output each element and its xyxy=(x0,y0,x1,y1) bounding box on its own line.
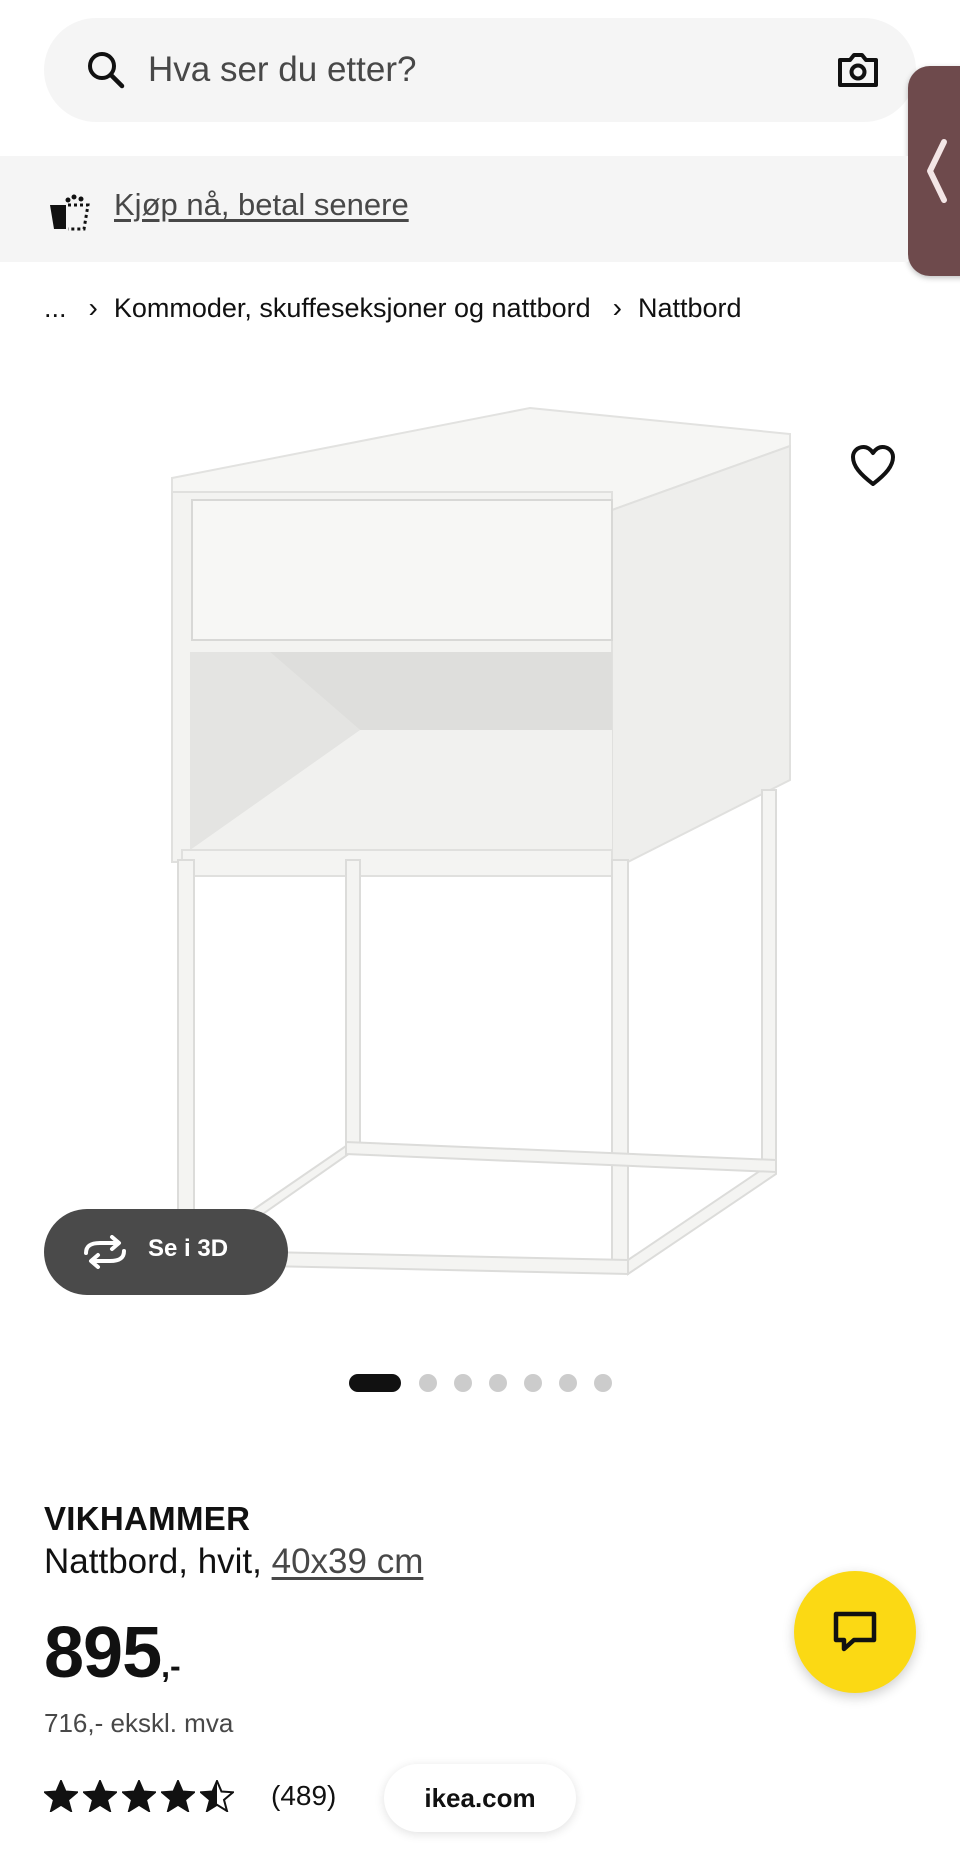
price-main: 895 xyxy=(44,1613,162,1693)
rating-count: (489) xyxy=(271,1780,337,1811)
breadcrumb-separator: › xyxy=(88,292,98,323)
carousel-dot[interactable] xyxy=(524,1374,542,1392)
search-icon[interactable] xyxy=(84,48,128,92)
chat-icon xyxy=(833,1611,877,1652)
rating-stars xyxy=(44,1780,239,1812)
product-name: VIKHAMMER xyxy=(44,1500,251,1537)
view-3d-label: Se i 3D xyxy=(148,1235,229,1262)
product-image[interactable] xyxy=(150,390,810,1340)
bnpl-link[interactable]: Kjøp nå, betal senere xyxy=(114,187,409,223)
breadcrumb-item-kommoder[interactable]: Kommoder, skuffeseksjoner og nattbord xyxy=(114,293,591,324)
search-input[interactable] xyxy=(148,40,828,100)
product-description: Nattbord, hvit, 40x39 cm xyxy=(44,1542,423,1582)
star-icon xyxy=(44,1780,78,1812)
source-pill[interactable]: ikea.com xyxy=(384,1764,576,1832)
carousel-dot[interactable] xyxy=(419,1374,437,1392)
breadcrumb-separator: › xyxy=(612,292,622,323)
product-size-link[interactable]: 40x39 cm xyxy=(272,1542,424,1581)
breadcrumb-ellipsis[interactable]: ... xyxy=(44,293,67,324)
rotate-3d-icon xyxy=(84,1235,126,1269)
side-panel-tab[interactable] xyxy=(908,66,960,276)
carousel-dot[interactable] xyxy=(594,1374,612,1392)
view-3d-button[interactable]: Se i 3D xyxy=(44,1209,288,1295)
camera-icon[interactable] xyxy=(836,48,880,92)
bnpl-icon xyxy=(50,194,90,231)
carousel-dot[interactable] xyxy=(559,1374,577,1392)
product-rating[interactable]: (489) xyxy=(44,1778,336,1814)
product-price: 895,- xyxy=(44,1612,181,1694)
price-ex-vat: 716,- ekskl. mva xyxy=(44,1708,234,1738)
breadcrumb-item-nattbord[interactable]: Nattbord xyxy=(638,293,742,324)
star-icon xyxy=(122,1780,156,1812)
star-icon xyxy=(161,1780,195,1812)
carousel-dot-active[interactable] xyxy=(349,1374,401,1392)
carousel-dot[interactable] xyxy=(454,1374,472,1392)
product-type-text: Nattbord, hvit, xyxy=(44,1542,272,1581)
chat-button[interactable] xyxy=(794,1571,916,1693)
breadcrumb: ... › Kommoder, skuffeseksjoner og nattb… xyxy=(44,290,742,326)
heart-icon[interactable] xyxy=(850,444,896,488)
star-icon xyxy=(200,1780,234,1812)
bnpl-banner: Kjøp nå, betal senere xyxy=(0,156,908,262)
price-suffix: ,- xyxy=(161,1648,181,1684)
chevron-left-icon xyxy=(927,139,947,203)
search-bar[interactable] xyxy=(44,18,916,122)
carousel-dot[interactable] xyxy=(489,1374,507,1392)
star-icon xyxy=(83,1780,117,1812)
